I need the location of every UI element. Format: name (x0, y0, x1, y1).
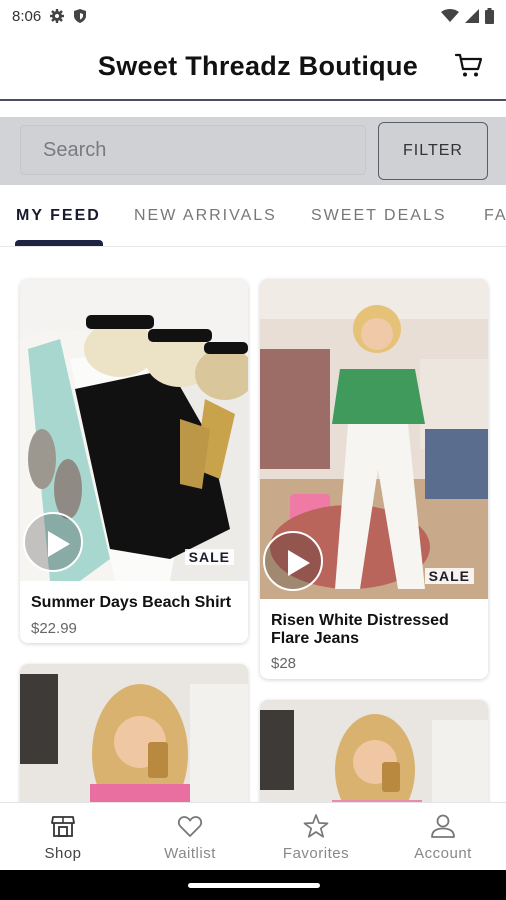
search-input[interactable] (21, 126, 365, 174)
gear-icon (49, 8, 65, 24)
shield-icon (73, 8, 87, 24)
nav-account[interactable]: Account (380, 803, 506, 871)
cart-button[interactable] (454, 50, 484, 80)
sale-badge: SALE (184, 549, 234, 565)
heart-icon (177, 816, 203, 837)
search-field (20, 125, 366, 175)
home-gesture-handle[interactable] (188, 883, 320, 888)
bottom-nav: Shop Waitlist Favorites Account (0, 802, 506, 870)
filter-button[interactable]: FILTER (378, 122, 488, 180)
tab-partial[interactable]: FA (484, 207, 506, 225)
tab-sweet-deals[interactable]: SWEET DEALS (311, 207, 447, 225)
shop-icon (51, 816, 75, 837)
feed-tabs: MY FEED NEW ARRIVALS SWEET DEALS FA (0, 185, 506, 247)
nav-label: Shop (44, 845, 82, 862)
battery-icon (485, 8, 494, 24)
star-icon (303, 814, 329, 838)
play-video-button[interactable] (23, 512, 83, 572)
sale-badge: SALE (424, 568, 474, 584)
product-price: $28 (271, 655, 297, 672)
nav-waitlist[interactable]: Waitlist (127, 803, 253, 871)
product-card[interactable]: SALE Risen White Distressed Flare Jeans … (260, 279, 488, 679)
product-title: Summer Days Beach Shirt (31, 594, 232, 611)
search-bar: FILTER (0, 117, 506, 185)
wifi-icon (441, 9, 459, 23)
header-divider (0, 99, 506, 101)
nav-label: Account (414, 845, 472, 862)
person-icon (431, 814, 455, 838)
status-bar: 8:06 (0, 0, 506, 32)
nav-favorites[interactable]: Favorites (253, 803, 379, 871)
system-gesture-bar (0, 870, 506, 900)
status-time: 8:06 (12, 7, 42, 25)
product-card[interactable]: SALE Summer Days Beach Shirt $22.99 (20, 279, 248, 643)
tab-my-feed[interactable]: MY FEED (16, 207, 101, 225)
signal-icon (465, 9, 479, 23)
play-video-button[interactable] (263, 531, 323, 591)
nav-label: Favorites (282, 845, 350, 862)
active-tab-indicator (15, 240, 103, 246)
app-header: Sweet Threadz Boutique (0, 32, 506, 100)
product-price: $22.99 (31, 620, 77, 637)
product-title: Risen White Distressed Flare Jeans (271, 612, 449, 647)
nav-label: Waitlist (164, 845, 216, 862)
tab-new-arrivals[interactable]: NEW ARRIVALS (134, 207, 277, 225)
page-title: Sweet Threadz Boutique (97, 50, 419, 81)
nav-shop[interactable]: Shop (0, 803, 126, 871)
cart-icon (454, 53, 483, 77)
